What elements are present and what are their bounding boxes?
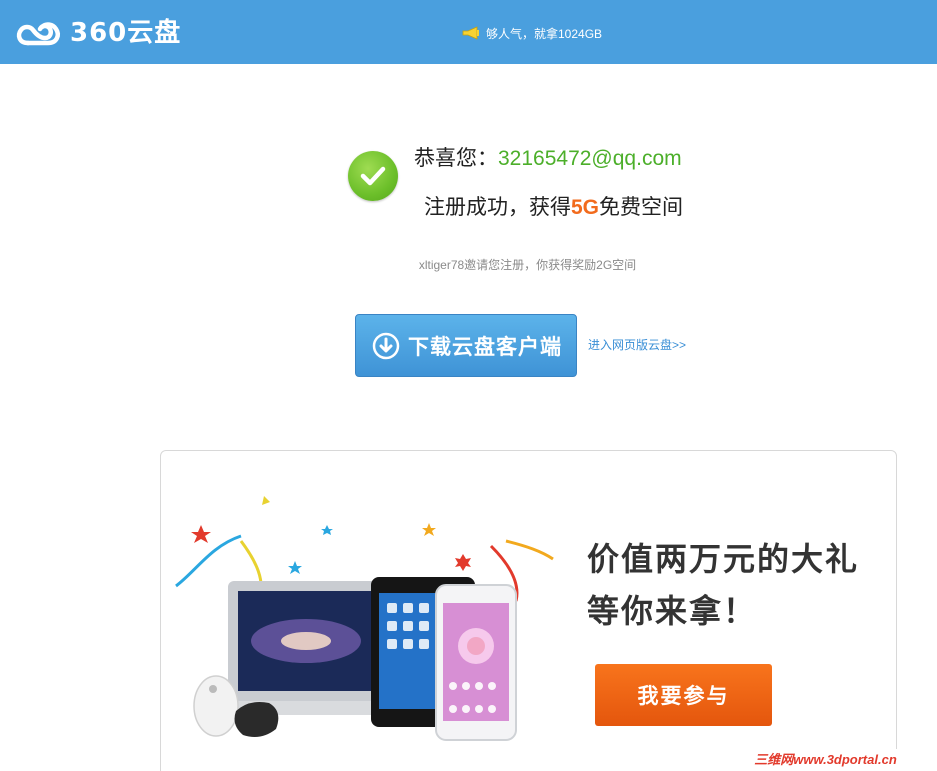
download-client-button[interactable]: 下载云盘客户端 [355,314,577,377]
logo[interactable]: 360云盘 [14,17,181,49]
success-check-icon [348,151,398,201]
gift-title-line1: 价值两万元的大礼 [587,541,860,577]
megaphone-icon [462,26,479,40]
invite-text: xltiger78邀请您注册，你获得奖励2G空间 [418,258,637,272]
download-label: 下载云盘客户端 [408,335,562,359]
registration-message: 注册成功，获得5G免费空间 [424,194,683,222]
web-version-link[interactable]: 进入网页版云盘>> [588,336,686,353]
header-promo[interactable]: 够人气，就拿1024GB [462,24,602,42]
cloud-logo-icon [16,22,60,46]
greeting-text: 恭喜您： [414,147,498,170]
promo-card: 价值两万元的大礼 等你来拿！ 我要参与 [160,450,897,771]
space-amount: 5G [571,196,600,219]
gift-title-line2: 等你来拿！ [587,593,758,629]
reg-prefix: 注册成功，获得 [424,196,571,219]
user-email: 32165472@qq.com [498,147,682,170]
top-header: 360云盘 够人气，就拿1024GB [0,0,937,64]
promo-link[interactable]: 够人气，就拿1024GB [486,25,602,42]
gift-title: 价值两万元的大礼 等你来拿！ [587,533,859,637]
devices-illustration [175,496,554,741]
download-icon [372,332,400,359]
watermark: 三维网www.3dportal.cn [714,749,937,771]
congrats-line: 恭喜您：32165472@qq.com [414,145,682,173]
reg-suffix: 免费空间 [599,196,684,219]
brand-name: 360云盘 [70,18,182,48]
join-button[interactable]: 我要参与 [595,664,772,726]
